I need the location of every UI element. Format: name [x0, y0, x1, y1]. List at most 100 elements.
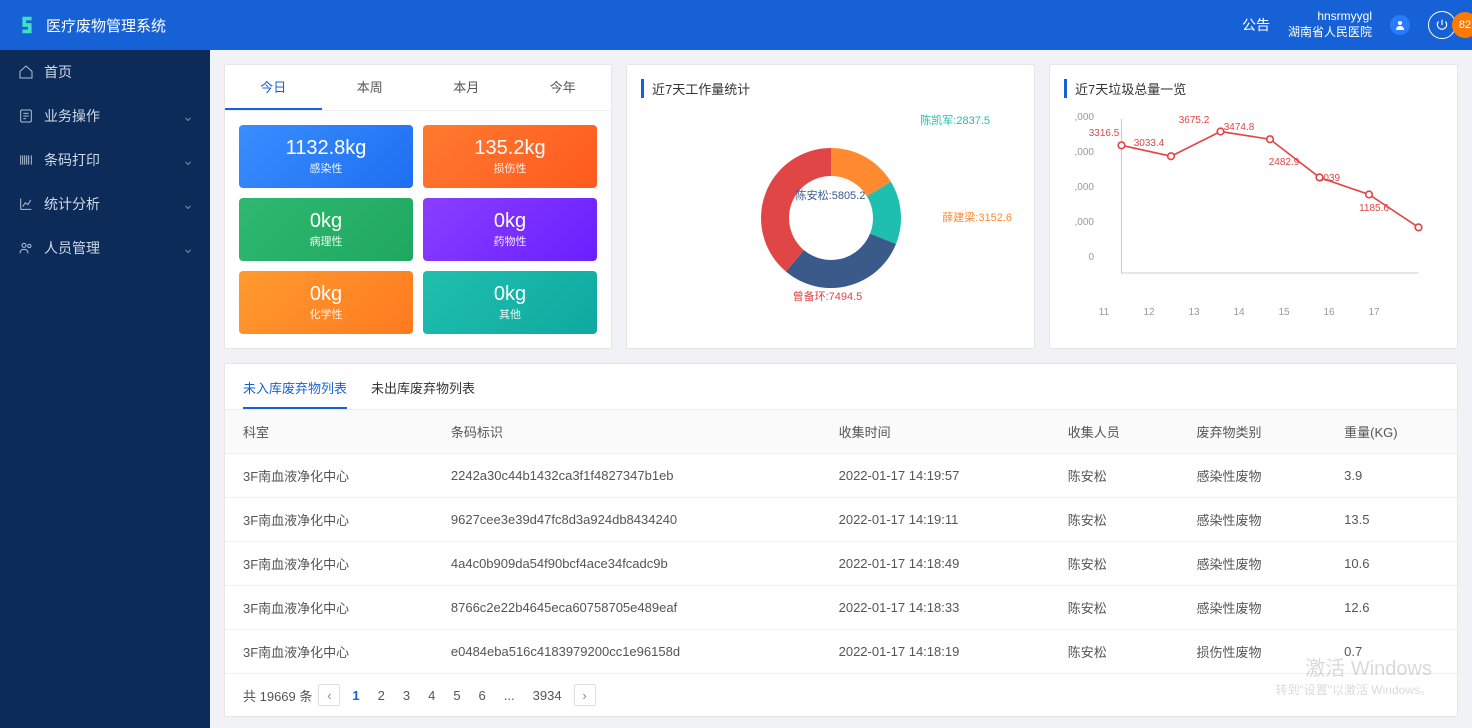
- pager-page[interactable]: 1: [346, 686, 365, 705]
- table-row[interactable]: 3F南血液净化中心e0484eba516c4183979200cc1e96158…: [225, 630, 1457, 674]
- table-row[interactable]: 3F南血液净化中心2242a30c44b1432ca3f1f4827347b1e…: [225, 454, 1457, 498]
- tile-value: 0kg: [431, 283, 589, 306]
- pager-total: 共 19669 条: [243, 686, 312, 705]
- sidebar-item-label: 统计分析: [44, 194, 100, 214]
- pager-page[interactable]: 4: [422, 686, 441, 705]
- pager-page[interactable]: 6: [473, 686, 492, 705]
- sidebar-item-barcode[interactable]: 条码打印 ⌄: [0, 138, 210, 182]
- pager-prev[interactable]: ‹: [318, 684, 340, 706]
- tile-value: 0kg: [247, 210, 405, 233]
- table-cell: 2022-01-17 14:18:33: [821, 586, 1050, 630]
- table-cell: 陈安松: [1050, 586, 1179, 630]
- table-cell: 12.6: [1326, 586, 1457, 630]
- table-cell: 感染性废物: [1178, 586, 1326, 630]
- tile-label: 病理性: [247, 233, 405, 249]
- table-cell: 陈安松: [1050, 630, 1179, 674]
- table-cell: 2022-01-17 14:19:11: [821, 498, 1050, 542]
- pager-next[interactable]: ›: [574, 684, 596, 706]
- stat-tile: 0kg药物性: [423, 198, 597, 261]
- table-cell: 陈安松: [1050, 542, 1179, 586]
- table-cell: 感染性废物: [1178, 498, 1326, 542]
- table-column-header: 科室: [225, 410, 433, 454]
- user-block[interactable]: hnsrmyygl 湖南省人民医院: [1288, 9, 1372, 40]
- table-row[interactable]: 3F南血液净化中心4a4c0b909da54f90bcf4ace34fcadc9…: [225, 542, 1457, 586]
- sidebar-item-task[interactable]: 业务操作 ⌄: [0, 94, 210, 138]
- chevron-down-icon: ⌄: [182, 108, 194, 125]
- table-cell: 3F南血液净化中心: [225, 586, 433, 630]
- period-tab[interactable]: 今日: [225, 65, 322, 110]
- workload-title: 近7天工作量统计: [641, 79, 1020, 98]
- table-cell: 0.7: [1326, 630, 1457, 674]
- chevron-down-icon: ⌄: [182, 240, 194, 257]
- stat-tile: 0kg其他: [423, 271, 597, 334]
- table-column-header: 重量(KG): [1326, 410, 1457, 454]
- table-cell: 陈安松: [1050, 498, 1179, 542]
- table-cell: 9627cee3e39d47fc8d3a924db8434240: [433, 498, 821, 542]
- pager: 共 19669 条 ‹ 123456... 3934 ›: [225, 674, 1457, 716]
- pager-page[interactable]: ...: [498, 686, 521, 705]
- tile-label: 药物性: [431, 233, 589, 249]
- table-column-header: 条码标识: [433, 410, 821, 454]
- sidebar-item-users[interactable]: 人员管理⌄: [0, 226, 210, 270]
- table-row[interactable]: 3F南血液净化中心9627cee3e39d47fc8d3a924db843424…: [225, 498, 1457, 542]
- table-cell: 3F南血液净化中心: [225, 542, 433, 586]
- header-bar: 医疗废物管理系统 公告 hnsrmyygl 湖南省人民医院 82: [0, 0, 1472, 50]
- stat-tile: 1132.8kg感染性: [239, 125, 413, 188]
- table-cell: 2022-01-17 14:18:19: [821, 630, 1050, 674]
- table-cell: 3F南血液净化中心: [225, 454, 433, 498]
- username: hnsrmyygl: [1288, 9, 1372, 25]
- table-column-header: 收集人员: [1050, 410, 1179, 454]
- period-tab[interactable]: 本周: [322, 65, 419, 110]
- app-title: 医疗废物管理系统: [46, 15, 166, 36]
- pager-page[interactable]: 2: [372, 686, 391, 705]
- workload-card: 近7天工作量统计 薛建梁:3152.6陈凯军:2837.5陈安松:5805.2曾…: [626, 64, 1035, 349]
- pager-page[interactable]: 3: [397, 686, 416, 705]
- table-cell: 4a4c0b909da54f90bcf4ace34fcadc9b: [433, 542, 821, 586]
- table-row[interactable]: 3F南血液净化中心8766c2e22b4645eca60758705e489ea…: [225, 586, 1457, 630]
- table-card: 未入库废弃物列表未出库废弃物列表 科室条码标识收集时间收集人员废弃物类别重量(K…: [224, 363, 1458, 717]
- sidebar: 首页业务操作⌄条码打印⌄统计分析⌄人员管理⌄: [0, 50, 210, 728]
- tile-value: 0kg: [431, 210, 589, 233]
- stat-tile: 135.2kg损伤性: [423, 125, 597, 188]
- tile-label: 损伤性: [431, 160, 589, 176]
- table-tab[interactable]: 未出库废弃物列表: [371, 378, 475, 409]
- tile-label: 感染性: [247, 160, 405, 176]
- table-cell: 2242a30c44b1432ca3f1f4827347b1eb: [433, 454, 821, 498]
- table-tab[interactable]: 未入库废弃物列表: [243, 378, 347, 409]
- trash-title: 近7天垃圾总量一览: [1064, 79, 1443, 98]
- line-chart: ,000,000,000,0000111213141516173316.5303…: [1064, 108, 1443, 328]
- chart-icon: [18, 196, 34, 212]
- table-cell: 13.5: [1326, 498, 1457, 542]
- table-cell: 10.6: [1326, 542, 1457, 586]
- donut-label: 陈凯军:2837.5: [920, 112, 990, 128]
- header-right: 公告 hnsrmyygl 湖南省人民医院 82: [1242, 9, 1456, 40]
- period-tab[interactable]: 今年: [515, 65, 612, 110]
- table-cell: 损伤性废物: [1178, 630, 1326, 674]
- donut-svg: [751, 138, 911, 298]
- pager-page[interactable]: 3934: [527, 686, 568, 705]
- table-tabs: 未入库废弃物列表未出库废弃物列表: [225, 364, 1457, 410]
- donut-label: 陈安松:5805.2: [796, 187, 866, 203]
- notification-badge[interactable]: 82: [1452, 12, 1472, 38]
- table-cell: 3F南血液净化中心: [225, 498, 433, 542]
- period-tab[interactable]: 本月: [418, 65, 515, 110]
- users-icon: [18, 240, 34, 256]
- table-cell: 感染性废物: [1178, 454, 1326, 498]
- avatar-icon[interactable]: [1390, 15, 1410, 35]
- tiles-grid: 1132.8kg感染性135.2kg损伤性0kg病理性0kg药物性0kg化学性0…: [225, 111, 611, 348]
- sidebar-item-home[interactable]: 首页: [0, 50, 210, 94]
- trash-card: 近7天垃圾总量一览 ,000,000,000,00001112131415161…: [1049, 64, 1458, 349]
- announce-link[interactable]: 公告: [1242, 15, 1270, 35]
- sidebar-item-label: 条码打印: [44, 150, 100, 170]
- task-icon: [18, 108, 34, 124]
- chevron-down-icon: ⌄: [182, 152, 194, 169]
- pager-page[interactable]: 5: [447, 686, 466, 705]
- barcode-icon: [18, 152, 34, 168]
- donut-label: 曾备环:7494.5: [793, 288, 863, 304]
- waste-table: 科室条码标识收集时间收集人员废弃物类别重量(KG) 3F南血液净化中心2242a…: [225, 410, 1457, 674]
- logo-icon: [16, 14, 38, 36]
- sidebar-item-label: 业务操作: [44, 106, 100, 126]
- table-body: 3F南血液净化中心2242a30c44b1432ca3f1f4827347b1e…: [225, 454, 1457, 674]
- tile-value: 1132.8kg: [247, 137, 405, 160]
- sidebar-item-chart[interactable]: 统计分析⌄: [0, 182, 210, 226]
